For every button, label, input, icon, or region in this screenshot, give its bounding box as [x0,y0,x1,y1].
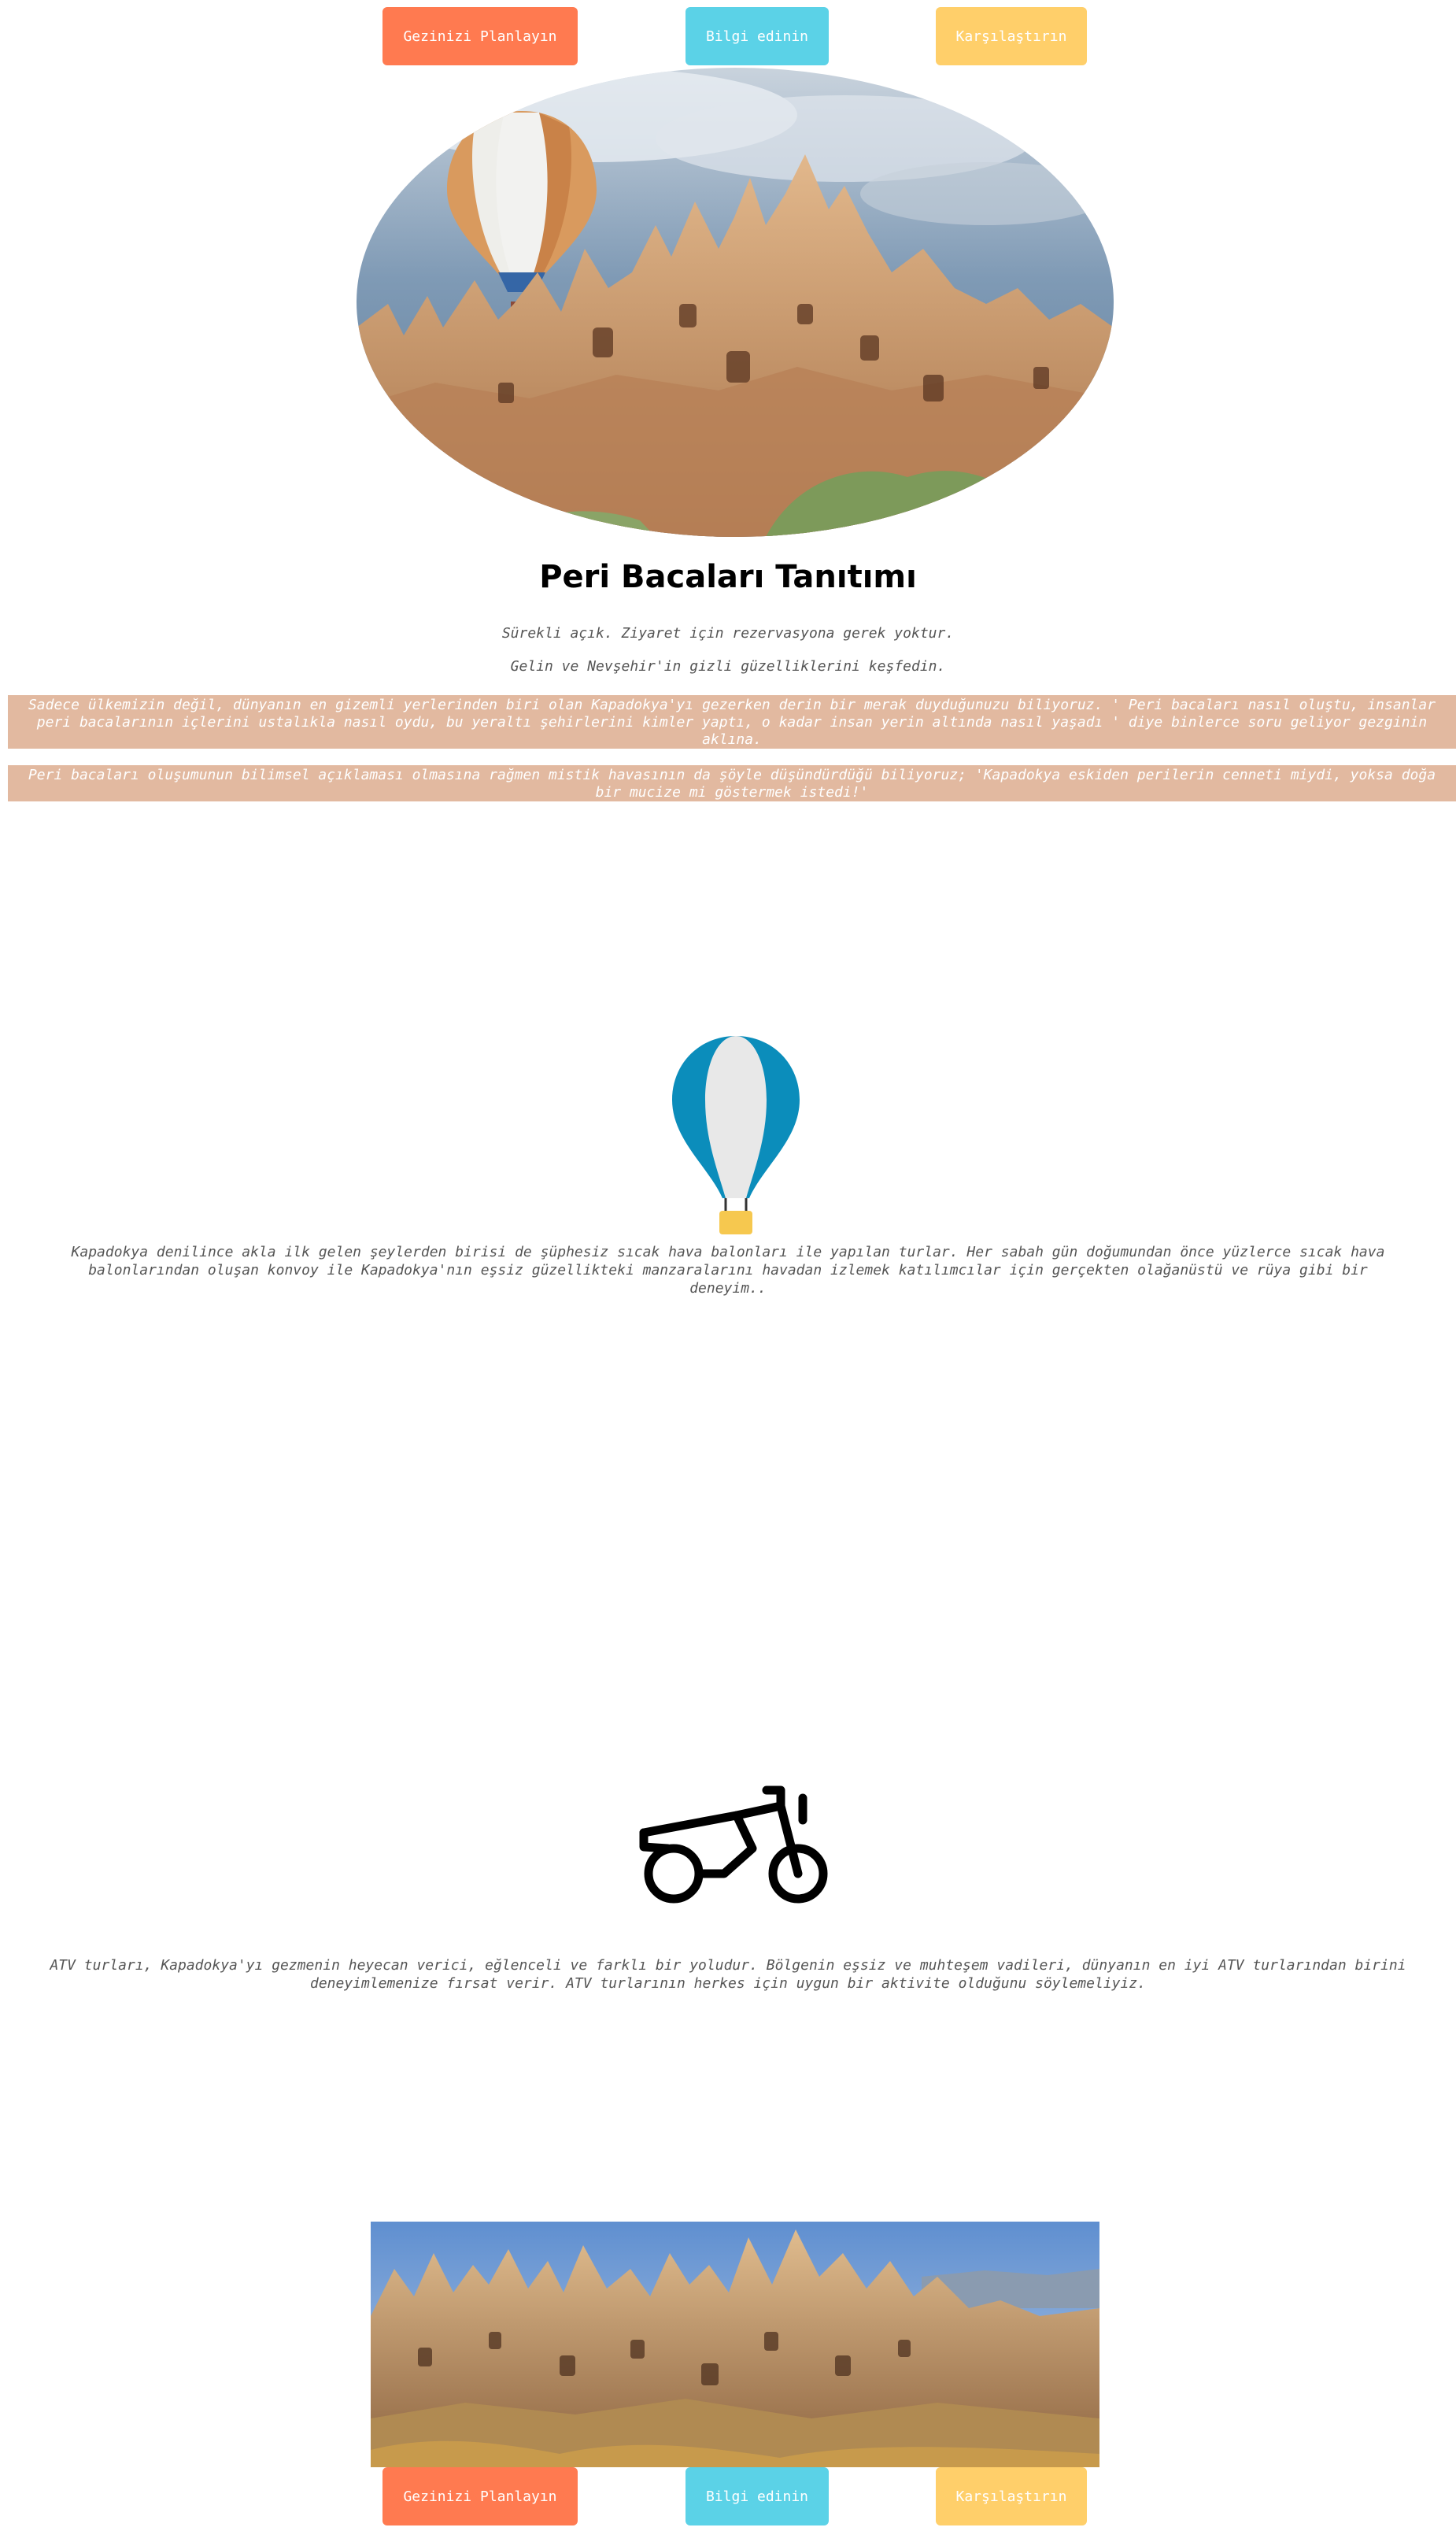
compare-button[interactable]: Karşılaştırın [936,7,1087,65]
mystic-paragraph-band: Peri bacaları oluşumunun bilimsel açıkla… [8,765,1456,801]
plan-trip-button[interactable]: Gezinizi Planlayın [382,7,578,65]
cappadocia-balloon-photo [357,68,1114,537]
plan-trip-button-bottom[interactable]: Gezinizi Planlayın [382,2467,578,2525]
page-title: Peri Bacaları Tanıtımı [539,559,917,595]
hero-image [357,68,1114,537]
balloon-tour-text: Kapadokya denilince akla ilk gelen şeyle… [71,1244,1385,1297]
get-info-button-bottom[interactable]: Bilgi edinin [686,2467,829,2525]
hot-air-balloon-icon [669,1033,803,1236]
landscape-image [371,2222,1099,2467]
atv-motorbike-icon [636,1785,837,1911]
tagline-text: Gelin ve Nevşehir'in gizli güzelliklerin… [510,658,946,675]
atv-tour-text: ATV turları, Kapadokya'yı gezmenin heyec… [50,1957,1406,1992]
get-info-button[interactable]: Bilgi edinin [686,7,829,65]
opening-hours-text: Sürekli açık. Ziyaret için rezervasyona … [501,625,955,642]
compare-button-bottom[interactable]: Karşılaştırın [936,2467,1087,2525]
fairy-chimneys-photo [371,2222,1099,2467]
intro-paragraph-band: Sadece ülkemizin değil, dünyanın en gize… [8,695,1456,749]
